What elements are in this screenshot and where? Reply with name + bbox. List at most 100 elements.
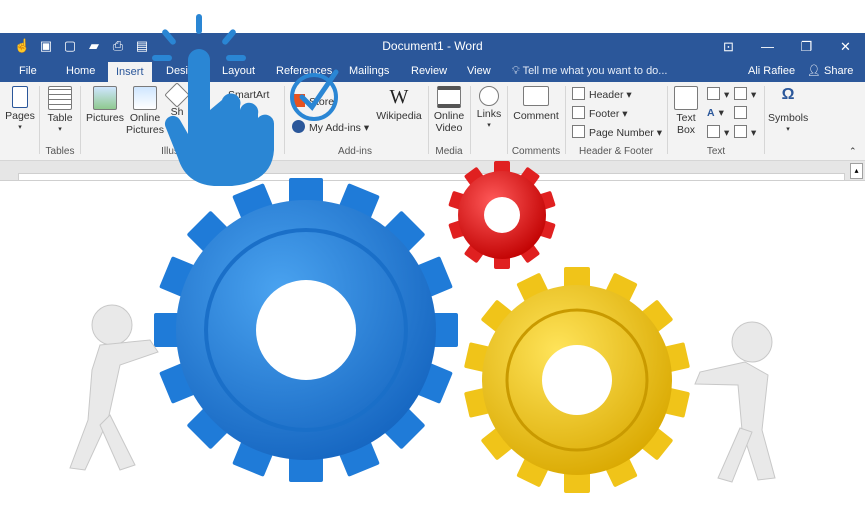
page-number-button[interactable]: Page Number ▾ — [572, 125, 662, 140]
tell-me-box[interactable]: 💡︎ Tell me what you want to do... — [512, 60, 667, 82]
pictures-label: Pictures — [86, 112, 124, 124]
tell-me-text: Tell me what you want to do... — [522, 65, 668, 77]
store-button[interactable]: Store — [292, 94, 334, 109]
text-box-label-2: Box — [676, 124, 696, 136]
header-icon — [572, 87, 585, 100]
shapes-button[interactable]: Sh — [164, 82, 190, 118]
store-label: Store — [309, 96, 335, 108]
online-video-icon — [437, 86, 461, 108]
table-button[interactable]: Table ▾ — [44, 86, 76, 136]
person-icon: 👤︎ — [807, 65, 821, 77]
close-icon[interactable]: ✕ — [826, 33, 865, 60]
shapes-icon — [164, 82, 190, 108]
link-icon — [479, 86, 499, 106]
shapes-label: Sh — [170, 106, 184, 118]
drop-cap-button[interactable]: ▾ — [707, 125, 729, 140]
right-figure-icon — [694, 321, 776, 483]
chevron-down-icon: ▾ — [487, 122, 491, 129]
ribbon-tabs: File Home Insert Design Layout Reference… — [0, 60, 865, 82]
store-icon — [292, 94, 305, 107]
online-video-button[interactable]: Online Video — [432, 86, 466, 134]
header-button[interactable]: Header ▾ — [572, 87, 632, 102]
online-video-label-1: Online — [433, 110, 465, 122]
addins-group-label: Add-ins — [338, 146, 372, 157]
pictures-icon — [93, 86, 117, 110]
tab-layout[interactable]: Layout — [216, 60, 261, 82]
header-label: Header — [589, 89, 624, 101]
footer-button[interactable]: Footer ▾ — [572, 106, 628, 121]
wikipedia-label: Wikipedia — [376, 110, 422, 122]
online-video-label-2: Video — [435, 122, 463, 134]
footer-icon — [572, 106, 585, 119]
tab-references[interactable]: References — [270, 60, 338, 82]
title-bar: ☝ ▣ ▢ ▰ ⎙ ▤ Document1 - Word ⊡ — ❐ ✕ — [0, 33, 865, 60]
wikipedia-button[interactable]: W Wikipedia — [375, 86, 423, 122]
comment-label: Comment — [513, 110, 559, 122]
tab-design[interactable]: Design — [160, 60, 206, 82]
pages-icon — [12, 86, 28, 108]
online-pictures-button[interactable]: Online Pictures — [126, 86, 164, 136]
symbols-button[interactable]: Ω Symbols ▾ — [768, 86, 808, 136]
table-label: Table — [47, 112, 73, 124]
object-button[interactable]: ▾ — [734, 125, 756, 140]
chevron-down-icon: ▾ — [18, 124, 22, 131]
share-button[interactable]: 👤︎ Share — [803, 61, 857, 81]
comment-button[interactable]: Comment — [511, 86, 561, 122]
my-addins-label: My Add-ins — [309, 122, 361, 134]
group-separator — [565, 86, 566, 154]
quick-parts-button[interactable]: ▾ — [707, 87, 729, 102]
illustrations-group-label: Illus — [161, 146, 179, 157]
ruler — [0, 161, 865, 181]
omega-icon: Ω — [781, 86, 795, 103]
group-separator — [667, 86, 668, 154]
user-name[interactable]: Ali Rafiee — [748, 60, 795, 82]
my-addins-button[interactable]: My Add-ins ▾ — [292, 120, 369, 135]
text-group-label: Text — [706, 146, 726, 157]
addins-icon — [292, 120, 305, 133]
pages-button[interactable]: Pages ▾ — [4, 86, 36, 134]
ruler-bar — [18, 173, 845, 181]
tab-view[interactable]: View — [461, 60, 497, 82]
collapse-ribbon-icon[interactable]: ⌃ — [849, 144, 857, 158]
tab-home[interactable]: Home — [60, 60, 101, 82]
tab-insert[interactable]: Insert — [108, 62, 152, 82]
pictures-button[interactable]: Pictures — [85, 86, 125, 124]
tab-file[interactable]: File — [13, 60, 43, 82]
tables-group-label: Tables — [45, 146, 75, 157]
date-time-button[interactable] — [734, 106, 751, 121]
maximize-icon[interactable]: ❐ — [787, 33, 826, 60]
minimize-icon[interactable]: — — [748, 33, 787, 60]
text-box-button[interactable]: Text Box — [672, 86, 700, 136]
group-separator — [428, 86, 429, 154]
signature-line-button[interactable]: ▾ — [734, 87, 756, 102]
smartart-button[interactable]: SmartArt — [228, 88, 269, 102]
tab-mailings[interactable]: Mailings — [343, 60, 395, 82]
comment-icon — [523, 86, 549, 106]
quick-parts-icon — [707, 87, 720, 100]
wordart-icon: A — [707, 107, 715, 119]
header-footer-group-label: Header & Footer — [579, 146, 653, 157]
ribbon-display-icon[interactable]: ⊡ — [709, 33, 748, 60]
links-button[interactable]: Links ▾ — [474, 86, 504, 132]
scroll-up-icon[interactable]: ▴ — [850, 163, 863, 179]
online-pictures-label-2: Pictures — [126, 124, 164, 136]
object-icon — [734, 125, 747, 138]
group-separator — [470, 86, 471, 154]
chevron-down-icon: ▾ — [786, 126, 790, 133]
lightbulb-icon: 💡︎ — [512, 65, 520, 77]
signature-icon — [734, 87, 747, 100]
wikipedia-icon: W — [389, 86, 409, 108]
wordart-button[interactable]: A ▾ — [707, 106, 724, 120]
links-label: Links — [476, 108, 502, 120]
online-pictures-icon — [133, 86, 157, 110]
share-label: Share — [824, 65, 854, 77]
tab-review[interactable]: Review — [405, 60, 453, 82]
blue-gear-icon — [154, 178, 458, 482]
pages-label: Pages — [5, 110, 35, 122]
group-separator — [284, 86, 285, 154]
calendar-icon — [734, 106, 747, 119]
window-controls: ⊡ — ❐ ✕ — [709, 33, 865, 60]
online-pictures-label-1: Online — [129, 112, 161, 124]
group-separator — [80, 86, 81, 154]
chevron-down-icon: ▾ — [58, 126, 62, 133]
